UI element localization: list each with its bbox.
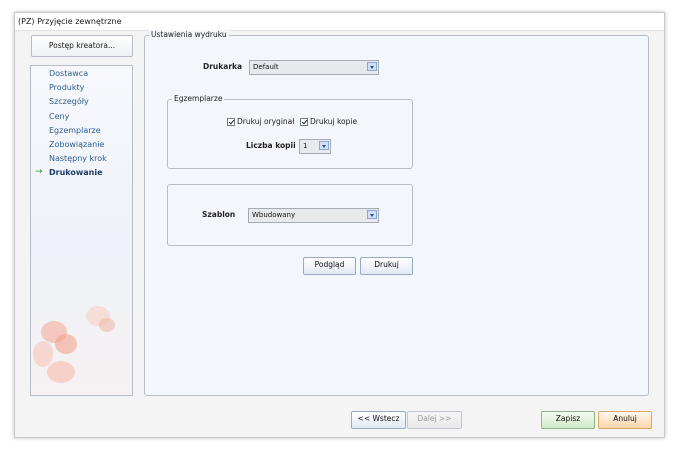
printer-label: Drukarka — [203, 62, 243, 71]
preview-button[interactable]: Podgląd — [303, 257, 356, 275]
step-egzemplarze[interactable]: Egzemplarze — [49, 126, 101, 135]
chevron-down-icon[interactable] — [367, 210, 377, 219]
active-step-arrow-icon: → — [35, 167, 43, 177]
template-group: Szablon Wbudowany — [167, 184, 413, 246]
step-zobowiazanie[interactable]: Zobowiązanie — [49, 140, 104, 149]
step-drukowanie[interactable]: Drukowanie — [49, 168, 103, 177]
print-copy-label: Drukuj kopie — [310, 117, 358, 126]
print-button[interactable]: Drukuj — [360, 257, 413, 275]
flower-decoration-icon — [47, 361, 75, 383]
template-select[interactable]: Wbudowany — [248, 208, 379, 223]
chevron-down-icon[interactable] — [319, 141, 329, 150]
flower-decoration-icon — [33, 341, 53, 367]
next-button[interactable]: Dalej >> — [407, 411, 462, 429]
save-button[interactable]: Zapisz — [541, 411, 595, 429]
copies-group-legend: Egzemplarze — [172, 94, 225, 103]
step-nastepny-krok[interactable]: Następny krok — [49, 154, 107, 163]
copies-count-select[interactable]: 1 — [299, 139, 331, 154]
printer-select[interactable]: Default — [249, 60, 379, 75]
template-label: Szablon — [202, 210, 236, 219]
print-settings-legend: Ustawienia wydruku — [149, 30, 229, 39]
copies-count-label: Liczba kopii — [246, 141, 296, 150]
copies-group: Egzemplarze Drukuj oryginał Drukuj kopie… — [167, 94, 413, 169]
print-copy-checkbox[interactable] — [300, 118, 308, 126]
printer-select-value: Default — [253, 63, 279, 71]
cancel-button[interactable]: Anuluj — [598, 411, 652, 429]
step-produkty[interactable]: Produkty — [49, 83, 84, 92]
step-szczegoly[interactable]: Szczegóły — [49, 97, 89, 106]
chevron-down-icon[interactable] — [367, 62, 377, 71]
template-select-value: Wbudowany — [252, 211, 296, 219]
back-button[interactable]: << Wstecz — [351, 411, 406, 429]
print-settings-panel: Ustawienia wydruku Drukarka Default Egze… — [144, 30, 649, 396]
print-original-label: Drukuj oryginał — [237, 117, 295, 126]
wizard-progress-button[interactable]: Postęp kreatora... — [31, 35, 133, 57]
copies-count-value: 1 — [303, 142, 308, 150]
print-original-checkbox[interactable] — [227, 118, 235, 126]
wizard-window: (PZ) Przyjęcie zewnętrzne Postęp kreator… — [14, 12, 665, 438]
flower-decoration-icon — [99, 318, 115, 332]
step-dostawca[interactable]: Dostawca — [49, 69, 88, 78]
window-title: (PZ) Przyjęcie zewnętrzne — [15, 13, 664, 31]
flower-decoration-icon — [55, 334, 77, 354]
step-ceny[interactable]: Ceny — [49, 112, 69, 121]
wizard-steps-sidebar: Dostawca Produkty Szczegóły Ceny Egzempl… — [30, 65, 133, 396]
